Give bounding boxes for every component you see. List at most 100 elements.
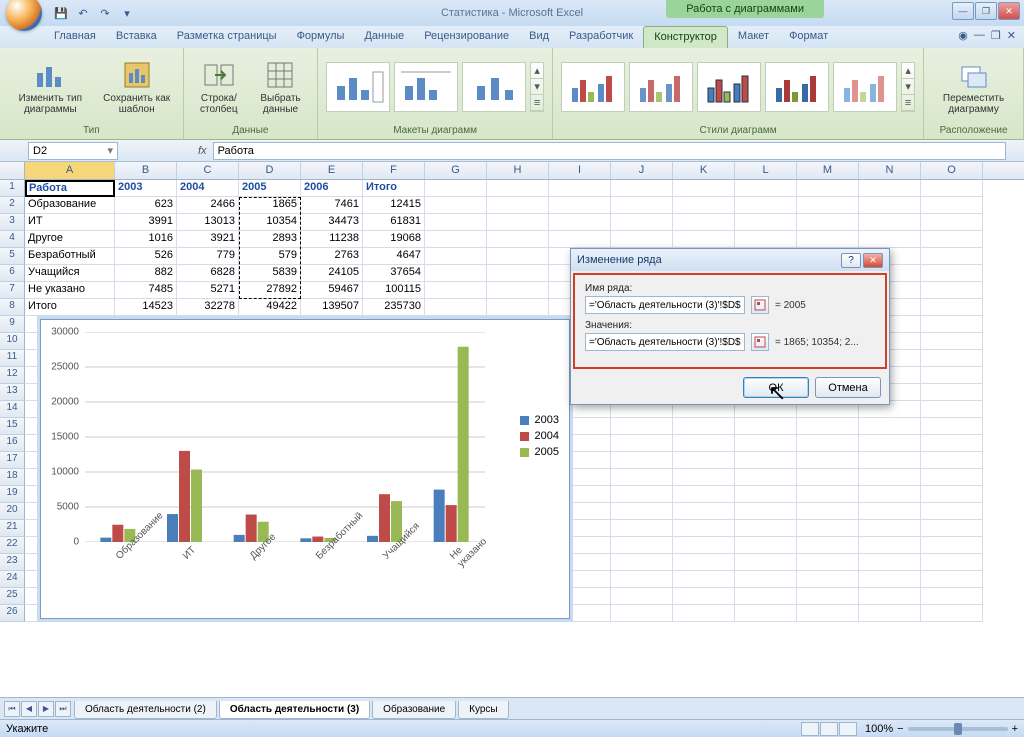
cell[interactable] <box>735 605 797 622</box>
sheet-tab[interactable]: Образование <box>372 701 456 719</box>
cell[interactable]: 6828 <box>177 265 239 282</box>
cell[interactable]: Работа <box>25 180 115 197</box>
qat-dropdown-icon[interactable]: ▾ <box>118 4 136 22</box>
row-header[interactable]: 21 <box>0 520 25 537</box>
cell[interactable]: 24105 <box>301 265 363 282</box>
cell[interactable] <box>797 537 859 554</box>
cell[interactable] <box>921 180 983 197</box>
cell[interactable]: Итого <box>25 299 115 316</box>
cell[interactable] <box>673 537 735 554</box>
cell[interactable] <box>921 333 983 350</box>
cell[interactable] <box>859 537 921 554</box>
cell[interactable] <box>549 180 611 197</box>
row-header[interactable]: 9 <box>0 316 25 333</box>
cell[interactable] <box>921 435 983 452</box>
minimize-ribbon-icon[interactable]: — <box>974 29 985 42</box>
cell[interactable] <box>673 197 735 214</box>
ribbon-tab[interactable]: Макет <box>728 26 779 48</box>
cell[interactable]: 779 <box>177 248 239 265</box>
cell[interactable] <box>487 231 549 248</box>
cell[interactable]: 34473 <box>301 214 363 231</box>
minimize-button[interactable]: — <box>952 2 974 20</box>
cell[interactable] <box>921 265 983 282</box>
cell[interactable] <box>611 503 673 520</box>
worksheet-grid[interactable]: ABCDEFGHIJKLMNO 1Работа2003200420052006И… <box>0 162 1024 697</box>
gallery-scroll[interactable]: ▴▾≡ <box>901 62 915 112</box>
ribbon-tab[interactable]: Рецензирование <box>414 26 519 48</box>
cell[interactable]: 235730 <box>363 299 425 316</box>
cell[interactable] <box>611 435 673 452</box>
cell[interactable]: 59467 <box>301 282 363 299</box>
cell[interactable] <box>859 197 921 214</box>
cell[interactable] <box>735 503 797 520</box>
cell[interactable]: 7461 <box>301 197 363 214</box>
cell[interactable] <box>921 554 983 571</box>
cell[interactable]: 579 <box>239 248 301 265</box>
cell[interactable] <box>859 452 921 469</box>
cell[interactable] <box>921 197 983 214</box>
cell[interactable] <box>611 197 673 214</box>
zoom-in-icon[interactable]: + <box>1012 723 1018 735</box>
cell[interactable] <box>921 384 983 401</box>
cell[interactable] <box>735 197 797 214</box>
cell[interactable]: Другое <box>25 231 115 248</box>
cell[interactable] <box>611 537 673 554</box>
cell[interactable] <box>487 299 549 316</box>
row-header[interactable]: 14 <box>0 401 25 418</box>
cell[interactable] <box>859 571 921 588</box>
cell[interactable] <box>859 180 921 197</box>
column-header[interactable]: A <box>25 162 115 179</box>
cell[interactable] <box>673 588 735 605</box>
cell[interactable] <box>611 214 673 231</box>
row-header[interactable]: 11 <box>0 350 25 367</box>
cell[interactable]: 2003 <box>115 180 177 197</box>
column-header[interactable]: G <box>425 162 487 179</box>
ribbon-tab[interactable]: Данные <box>354 26 414 48</box>
cell[interactable] <box>425 180 487 197</box>
cell[interactable] <box>797 486 859 503</box>
cell[interactable] <box>859 231 921 248</box>
row-header[interactable]: 13 <box>0 384 25 401</box>
row-header[interactable]: 4 <box>0 231 25 248</box>
cell[interactable] <box>921 486 983 503</box>
cell[interactable] <box>673 554 735 571</box>
cell[interactable]: 2466 <box>177 197 239 214</box>
cell[interactable] <box>611 588 673 605</box>
cell[interactable]: 13013 <box>177 214 239 231</box>
cell[interactable]: Не указано <box>25 282 115 299</box>
cell[interactable] <box>611 452 673 469</box>
cell[interactable] <box>735 571 797 588</box>
row-header[interactable]: 23 <box>0 554 25 571</box>
column-header[interactable]: D <box>239 162 301 179</box>
cell[interactable] <box>487 265 549 282</box>
cell[interactable]: 623 <box>115 197 177 214</box>
column-header[interactable]: K <box>673 162 735 179</box>
formula-input[interactable]: Работа <box>213 142 1006 160</box>
cell[interactable] <box>735 588 797 605</box>
row-header[interactable]: 10 <box>0 333 25 350</box>
column-header[interactable]: C <box>177 162 239 179</box>
cell[interactable]: 27892 <box>239 282 301 299</box>
cell[interactable]: Итого <box>363 180 425 197</box>
row-header[interactable]: 26 <box>0 605 25 622</box>
cell[interactable] <box>425 248 487 265</box>
row-header[interactable]: 1 <box>0 180 25 197</box>
cell[interactable]: Образование <box>25 197 115 214</box>
gallery-scroll[interactable]: ▴▾≡ <box>530 62 544 112</box>
cell[interactable] <box>797 214 859 231</box>
cell[interactable]: 5271 <box>177 282 239 299</box>
cell[interactable] <box>859 435 921 452</box>
change-chart-type-button[interactable]: Изменить тип диаграммы <box>8 57 93 117</box>
sheet-tab[interactable]: Область деятельности (2) <box>74 701 217 719</box>
row-header[interactable]: 2 <box>0 197 25 214</box>
view-buttons[interactable] <box>801 722 857 736</box>
zoom-out-icon[interactable]: − <box>897 723 903 735</box>
sheet-nav-buttons[interactable]: ⏮◀▶⏭ <box>4 701 72 717</box>
cell[interactable] <box>673 486 735 503</box>
name-box[interactable]: D2▾ <box>28 142 118 160</box>
cell[interactable] <box>797 418 859 435</box>
cell[interactable]: 139507 <box>301 299 363 316</box>
cell[interactable] <box>549 231 611 248</box>
cell[interactable] <box>673 469 735 486</box>
cell[interactable] <box>921 503 983 520</box>
